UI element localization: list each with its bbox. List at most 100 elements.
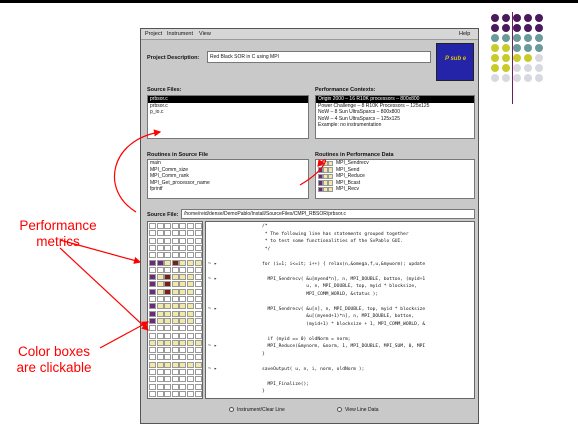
routines-in-performance-list[interactable]: MPI_Sendrecv MPI_Send MPI_Reduce MPI_Bca… [315,159,475,199]
metric-color-box[interactable] [171,223,179,229]
metric-color-box[interactable] [179,361,187,368]
metric-color-box[interactable] [179,310,187,317]
metric-color-box[interactable] [149,310,156,317]
metric-color-box[interactable] [187,376,194,383]
metric-color-box[interactable] [164,325,172,332]
metric-color-box[interactable] [164,223,172,229]
metric-color-box[interactable] [149,274,156,281]
performance-contexts-list[interactable]: Origin 2000 – 16 R10K processors – 800x8… [315,95,475,139]
metric-color-box[interactable] [156,266,164,273]
metric-color-box[interactable] [187,237,194,244]
metric-color-box[interactable] [171,310,179,317]
metric-color-box[interactable] [149,383,156,390]
metric-color-box[interactable] [187,332,194,339]
metric-color-box[interactable] [171,347,179,354]
metric-color-box[interactable] [328,180,333,186]
metric-color-box[interactable] [149,281,156,288]
metric-color-box[interactable] [194,303,202,310]
metric-color-box[interactable] [149,303,156,310]
metric-color-box[interactable] [149,332,156,339]
performance-metric-grid[interactable] [147,221,203,399]
metric-color-box[interactable] [156,230,164,237]
metric-color-box[interactable] [164,339,172,346]
metric-color-box[interactable] [171,266,179,273]
metric-color-box[interactable] [179,288,187,295]
metric-color-box[interactable] [194,317,202,324]
metric-color-box[interactable] [149,369,156,375]
metric-color-box[interactable] [149,317,156,324]
metric-color-box[interactable] [156,281,164,288]
line-marker-icon[interactable]: ~ ▸ [208,276,217,282]
metric-color-box[interactable] [171,288,179,295]
metric-color-box[interactable] [149,244,156,251]
metric-color-box[interactable] [187,244,194,251]
metric-color-box[interactable] [187,288,194,295]
metric-color-box[interactable] [156,223,164,229]
metric-color-box[interactable] [164,274,172,281]
metric-color-box[interactable] [187,310,194,317]
metric-color-box[interactable] [156,325,164,332]
metric-color-box[interactable] [171,237,179,244]
metric-color-box[interactable] [187,230,194,237]
line-marker-icon[interactable]: ~ ▸ [208,261,217,267]
metric-color-box[interactable] [187,274,194,281]
metric-color-box[interactable] [171,361,179,368]
metric-color-box[interactable] [194,252,202,259]
metric-color-box[interactable] [156,244,164,251]
metric-color-box[interactable] [187,361,194,368]
metric-color-box[interactable] [156,347,164,354]
metric-color-box[interactable] [194,369,202,375]
metric-color-box[interactable] [156,376,164,383]
metric-color-box[interactable] [156,361,164,368]
source-files-list[interactable]: prbsor.c prbsor.c p_io.c [147,95,309,139]
metric-color-box[interactable] [171,376,179,383]
metric-color-box[interactable] [179,223,187,229]
metric-color-box[interactable] [194,325,202,332]
metric-color-box[interactable] [171,354,179,361]
metric-color-box[interactable] [164,376,172,383]
metric-color-box[interactable] [179,376,187,383]
metric-color-box[interactable] [149,252,156,259]
source-file-path-field[interactable]: /home/reid/dense/DemoPablo/Install/Sourc… [181,209,475,219]
metric-color-box[interactable] [194,383,202,390]
routines-in-source-list[interactable]: main MPI_Comm_size MPI_Comm_rank MPI_Get… [147,159,309,199]
metric-color-box[interactable] [179,369,187,375]
metric-color-box[interactable] [194,266,202,273]
metric-color-box[interactable] [194,296,202,302]
metric-color-box[interactable] [171,296,179,302]
menu-instrument[interactable]: Instrument [167,31,193,37]
metric-color-box[interactable] [187,266,194,273]
metric-color-box[interactable] [149,266,156,273]
metric-color-box[interactable] [179,266,187,273]
metric-color-box[interactable] [164,266,172,273]
metric-color-box[interactable] [156,252,164,259]
metric-color-box[interactable] [179,252,187,259]
metric-color-box[interactable] [179,390,187,397]
metric-color-box[interactable] [194,354,202,361]
metric-color-box[interactable] [171,325,179,332]
metric-color-box[interactable] [156,369,164,375]
metric-color-box[interactable] [164,383,172,390]
line-marker-icon[interactable]: ~ ▸ [208,306,217,312]
metric-color-box[interactable] [179,259,187,266]
metric-color-box[interactable] [187,317,194,324]
metric-color-box[interactable] [179,274,187,281]
metric-color-box[interactable] [194,274,202,281]
metric-color-box[interactable] [171,390,179,397]
metric-color-box[interactable] [187,303,194,310]
metric-color-box[interactable] [194,288,202,295]
metric-color-box[interactable] [194,281,202,288]
metric-color-box[interactable] [164,303,172,310]
metric-color-box[interactable] [187,296,194,302]
menu-help[interactable]: Help [459,31,470,37]
metric-color-box[interactable] [194,339,202,346]
list-item[interactable]: p_io.c [148,109,308,116]
metric-color-box[interactable] [156,259,164,266]
metric-color-box[interactable] [194,259,202,266]
metric-color-box[interactable] [171,332,179,339]
metric-color-box[interactable] [156,317,164,324]
metric-color-box[interactable] [194,361,202,368]
metric-color-box[interactable] [179,296,187,302]
metric-color-box[interactable] [328,173,333,179]
metric-color-box[interactable] [164,361,172,368]
